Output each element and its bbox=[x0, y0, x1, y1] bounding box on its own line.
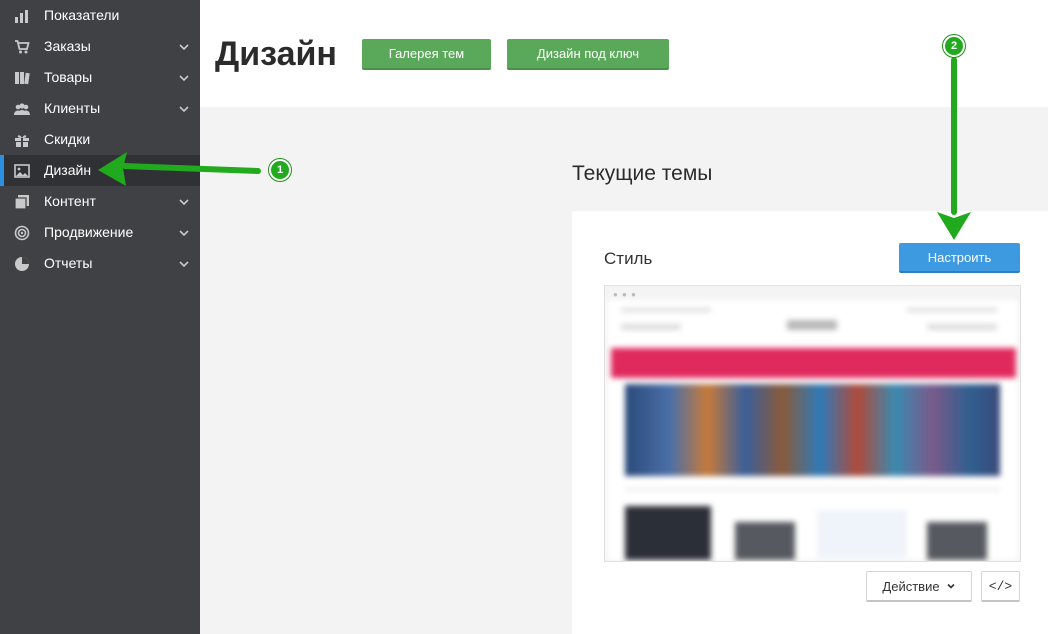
sidebar-item-label: Показатели bbox=[44, 7, 120, 23]
users-icon bbox=[14, 101, 30, 117]
step-1-badge: 1 bbox=[269, 159, 291, 181]
sidebar: Показатели Заказы Товары Клиенты Скидки … bbox=[0, 0, 200, 634]
theme-gallery-button[interactable]: Галерея тем bbox=[362, 39, 491, 70]
sidebar-item-content[interactable]: Контент bbox=[0, 186, 200, 217]
page-header: Дизайн Галерея тем Дизайн под ключ bbox=[200, 0, 1048, 107]
sidebar-item-clients[interactable]: Клиенты bbox=[0, 93, 200, 124]
sidebar-item-label: Клиенты bbox=[44, 100, 101, 116]
sidebar-item-label: Заказы bbox=[44, 38, 91, 54]
sidebar-item-label: Скидки bbox=[44, 131, 91, 147]
sidebar-item-reports[interactable]: Отчеты bbox=[0, 248, 200, 279]
bar-chart-icon bbox=[14, 8, 30, 24]
theme-preview-image bbox=[607, 300, 1018, 560]
sidebar-item-products[interactable]: Товары bbox=[0, 62, 200, 93]
theme-preview[interactable]: ● ● ● bbox=[604, 285, 1021, 562]
action-label: Действие bbox=[882, 578, 940, 594]
turnkey-design-button[interactable]: Дизайн под ключ bbox=[507, 39, 669, 70]
image-icon bbox=[14, 163, 30, 179]
sidebar-item-label: Контент bbox=[44, 193, 96, 209]
pages-icon bbox=[14, 194, 30, 210]
sidebar-item-label: Отчеты bbox=[44, 255, 93, 271]
page-title: Дизайн bbox=[215, 35, 337, 73]
chevron-down-icon[interactable] bbox=[178, 258, 190, 270]
chevron-down-icon[interactable] bbox=[178, 72, 190, 84]
sidebar-item-label: Дизайн bbox=[44, 162, 92, 178]
chevron-down-icon bbox=[947, 583, 955, 589]
theme-card: Стиль Настроить ● ● ● Действие </> bbox=[572, 211, 1048, 634]
code-editor-button[interactable]: </> bbox=[981, 571, 1020, 602]
sidebar-item-label: Товары bbox=[44, 69, 93, 85]
sidebar-item-indicators[interactable]: Показатели bbox=[0, 0, 200, 31]
target-icon bbox=[14, 225, 30, 241]
gift-icon bbox=[14, 132, 30, 148]
chevron-down-icon[interactable] bbox=[178, 196, 190, 208]
chevron-down-icon[interactable] bbox=[178, 227, 190, 239]
section-title: Текущие темы bbox=[572, 162, 713, 185]
window-dots-icon: ● ● ● bbox=[613, 290, 637, 299]
sidebar-item-label: Продвижение bbox=[44, 224, 134, 240]
sidebar-item-design[interactable]: Дизайн bbox=[0, 155, 200, 186]
pie-chart-icon bbox=[14, 256, 30, 272]
sidebar-item-promotion[interactable]: Продвижение bbox=[0, 217, 200, 248]
chevron-down-icon[interactable] bbox=[178, 41, 190, 53]
cart-icon bbox=[14, 39, 30, 55]
action-dropdown-button[interactable]: Действие bbox=[866, 571, 972, 602]
configure-button[interactable]: Настроить bbox=[899, 243, 1020, 273]
sidebar-item-discounts[interactable]: Скидки bbox=[0, 124, 200, 155]
sidebar-item-orders[interactable]: Заказы bbox=[0, 31, 200, 62]
theme-label: Стиль bbox=[604, 249, 653, 268]
step-2-badge: 2 bbox=[943, 35, 965, 57]
chevron-down-icon[interactable] bbox=[178, 103, 190, 115]
books-icon bbox=[14, 70, 30, 86]
